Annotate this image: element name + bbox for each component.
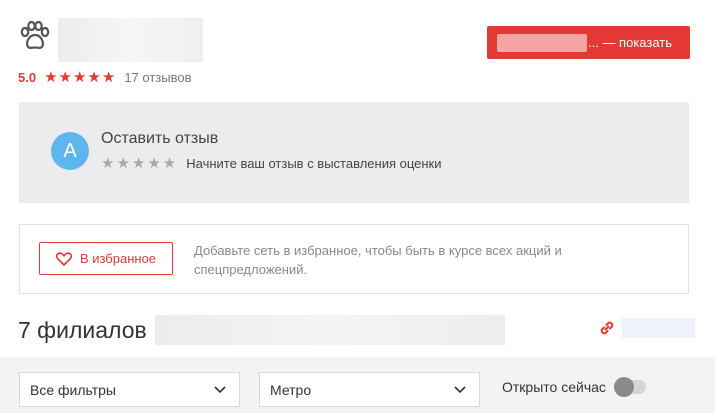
rating-stars: ★★★★★ bbox=[44, 69, 117, 86]
filter-bar: Все фильтры Метро Открыто сейчас bbox=[0, 357, 715, 413]
rating-value: 5.0 bbox=[18, 69, 37, 85]
leave-review-panel[interactable]: А Оставить отзыв ★★★★★ Начните ваш отзыв… bbox=[19, 102, 689, 203]
review-stars-row: ★★★★★ Начните ваш отзыв с выставления оц… bbox=[101, 154, 442, 172]
paw-icon bbox=[20, 20, 50, 49]
branches-title: 7 филиалов bbox=[18, 316, 147, 343]
metro-select[interactable]: Метро bbox=[259, 372, 480, 407]
add-to-favorites-button[interactable]: В избранное bbox=[39, 242, 173, 275]
chevron-down-icon bbox=[214, 386, 226, 394]
avatar: А bbox=[51, 132, 89, 170]
branches-name-redacted bbox=[154, 315, 505, 345]
open-now-label: Открыто сейчас bbox=[502, 379, 606, 395]
review-hint: Начните ваш отзыв с выставления оценки bbox=[186, 155, 442, 171]
open-now-toggle[interactable] bbox=[613, 377, 646, 397]
favorites-description: Добавьте сеть в избранное, чтобы быть в … bbox=[194, 243, 562, 277]
link-icon[interactable] bbox=[598, 319, 616, 337]
heart-icon bbox=[55, 251, 72, 266]
rating-input-stars[interactable]: ★★★★★ bbox=[101, 154, 178, 172]
toggle-knob bbox=[613, 377, 634, 397]
branches-heading: 7 филиалов bbox=[18, 315, 505, 345]
favorites-panel: В избранное Добавьте сеть в избранное, ч… bbox=[19, 224, 689, 294]
link-text-redacted[interactable] bbox=[622, 318, 695, 338]
metro-label: Метро bbox=[270, 381, 312, 398]
company-name-redacted bbox=[58, 18, 203, 62]
all-filters-select[interactable]: Все фильтры bbox=[19, 372, 240, 407]
review-count-link[interactable]: 17 отзывов bbox=[124, 70, 191, 85]
chevron-down-icon bbox=[454, 386, 466, 394]
show-phone-label: ... — показать bbox=[588, 35, 673, 50]
show-phone-button[interactable]: ... — показать bbox=[487, 26, 690, 59]
phone-number-redacted bbox=[497, 33, 587, 52]
all-filters-label: Все фильтры bbox=[30, 381, 116, 398]
leave-review-title[interactable]: Оставить отзыв bbox=[101, 130, 218, 148]
rating-row: 5.0 ★★★★★ 17 отзывов bbox=[18, 68, 192, 86]
add-to-favorites-label: В избранное bbox=[79, 251, 157, 266]
open-now-filter: Открыто сейчас bbox=[502, 377, 646, 397]
